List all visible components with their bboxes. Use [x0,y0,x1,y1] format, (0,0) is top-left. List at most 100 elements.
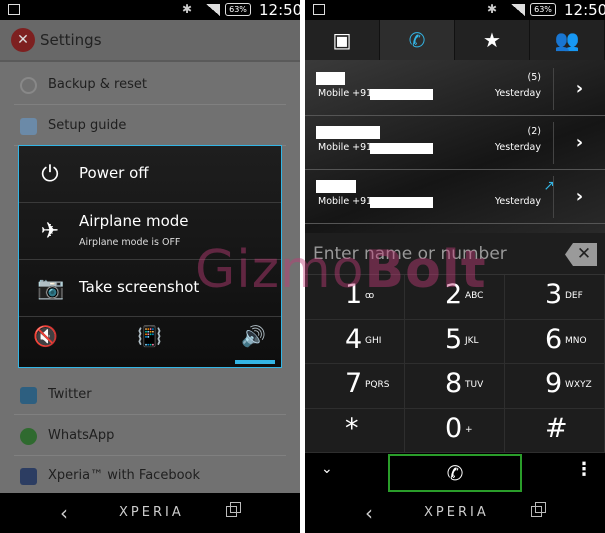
whatsapp-icon [20,428,37,445]
airplane-mode-option[interactable]: ✈ Airplane mode Airplane mode is OFF [19,203,281,260]
option-label: Airplane mode [79,212,189,230]
twitter-icon [20,387,37,404]
settings-app-icon[interactable]: ✕ [11,28,35,52]
chevron-right-icon[interactable]: › [553,176,605,218]
key-letters: TUV [465,380,484,390]
settings-item-backup[interactable]: Backup & reset [14,65,286,105]
overflow-menu-icon[interactable]: ⋮ [575,459,593,480]
signal-icon [206,4,220,16]
battery-indicator: 63% [225,3,251,16]
key-9[interactable]: 9 WXYZ [505,364,605,409]
clock: 12:50 [564,1,605,19]
call-log-row[interactable]: Mobile +91 (5) Yesterday › [305,62,605,116]
key-digit: # [545,412,568,444]
vibrate-mode-icon[interactable]: 📳 [137,324,162,348]
key-0[interactable]: 0 + [405,408,505,453]
tab-favorites[interactable]: ★ [455,20,530,60]
back-icon[interactable]: ‹ [60,501,68,525]
key-2[interactable]: 2 ABC [405,275,505,320]
key-star[interactable]: * [305,408,405,453]
key-3[interactable]: 3 DEF [505,275,605,320]
key-letters: GHI [365,335,382,346]
item-label: Twitter [48,387,92,402]
bluetooth-icon: ✱ [487,2,498,16]
key-digit: * [345,412,359,444]
input-placeholder: Enter name or number [313,244,507,264]
xperia-logo: XPERIA [119,505,184,520]
key-letters: DEF [565,291,583,301]
key-letters: ꝏ [365,291,375,301]
silent-mode-icon[interactable]: 🔇 [33,324,58,348]
power-off-option[interactable]: ⏻ Power off [19,146,281,203]
settings-item-whatsapp[interactable]: WhatsApp [14,416,286,456]
chevron-right-icon[interactable]: › [553,122,605,164]
key-digit: 0 [445,412,463,444]
page-title: Settings [40,31,102,49]
call-log: Mobile +91 (5) Yesterday › Mobile +91 (2… [305,60,605,233]
call-log-row[interactable]: Mobile +91 ↗ Yesterday › [305,170,605,224]
settings-item-twitter[interactable]: Twitter [14,375,286,415]
settings-item-setup-guide[interactable]: Setup guide [14,106,286,146]
redacted-name [316,126,380,139]
backspace-icon[interactable]: ✕ [565,243,597,266]
chevron-right-icon[interactable]: › [553,68,605,110]
call-date: Yesterday [494,142,541,153]
back-icon[interactable]: ‹ [365,501,373,525]
key-letters: WXYZ [565,380,592,390]
call-number: Mobile +91 [318,88,373,99]
bluetooth-icon: ✱ [182,2,193,16]
key-letters: ABC [465,291,484,301]
status-bar: ✱ 63% 12:50 [0,0,300,20]
settings-item-facebook[interactable]: Xperia™ with Facebook [14,456,286,496]
phone-icon: ✆ [408,28,426,52]
key-digit: 1 [345,279,363,310]
image-notification-icon [313,4,325,15]
phone-icon: ✆ [446,461,464,485]
power-menu-dialog: ⏻ Power off ✈ Airplane mode Airplane mode i… [18,145,282,368]
redacted-name [316,180,356,193]
key-5[interactable]: 5 JKL [405,319,505,364]
chevron-down-icon[interactable]: ⌄ [321,461,333,477]
action-bar: ✕ Settings [0,20,300,62]
redacted-number [370,197,433,208]
key-letters: + [465,424,473,435]
call-count: (2) [527,126,541,137]
status-bar: ✱ 63% 12:50 [305,0,605,20]
key-4[interactable]: 4 GHI [305,319,405,364]
key-1[interactable]: 1ꝏ [305,275,405,320]
navigation-bar: ‹ XPERIA [0,493,300,533]
tab-phone[interactable]: ✆ [380,20,455,60]
battery-indicator: 63% [530,3,556,16]
call-button[interactable]: ✆ [388,454,522,492]
key-hash[interactable]: # [505,408,605,453]
airplane-status: Airplane mode is OFF [79,237,181,248]
call-count: (5) [527,72,541,83]
key-digit: 4 [345,323,363,355]
contacts-icon: ▣ [332,28,352,52]
number-input[interactable]: Enter name or number ✕ [305,233,605,275]
signal-icon [511,4,525,16]
key-8[interactable]: 8 TUV [405,364,505,409]
tab-contacts[interactable]: ▣ [305,20,380,60]
recent-apps-icon[interactable] [531,502,546,517]
redacted-number [370,89,433,100]
key-6[interactable]: 6 MNO [505,319,605,364]
key-7[interactable]: 7 PQRS [305,364,405,409]
sound-on-icon[interactable]: 🔊 [241,324,266,348]
redacted-number [370,143,433,154]
facebook-icon [20,468,37,485]
key-digit: 2 [445,279,463,310]
tab-groups[interactable]: 👥 [530,20,605,60]
dial-pad: 1 ꝏ 2 ABC 3 DEF 4 GHI 5 JKL 6 MNO 7 PQRS 8 TUV 9 WXYZ * 0 + # [305,275,605,453]
setup-guide-icon [20,118,37,135]
call-log-row[interactable]: Mobile +91 (2) Yesterday › [305,116,605,170]
recent-apps-icon[interactable] [226,502,241,517]
redacted-name [316,72,345,85]
call-date: Yesterday [494,88,541,99]
groups-icon: 👥 [554,28,580,52]
selected-mode-indicator [235,360,275,364]
screenshot-option[interactable]: 📷 Take screenshot [19,260,281,317]
item-label: Xperia™ with Facebook [48,468,201,483]
option-label: Take screenshot [79,278,200,296]
key-letters: JKL [465,335,479,346]
